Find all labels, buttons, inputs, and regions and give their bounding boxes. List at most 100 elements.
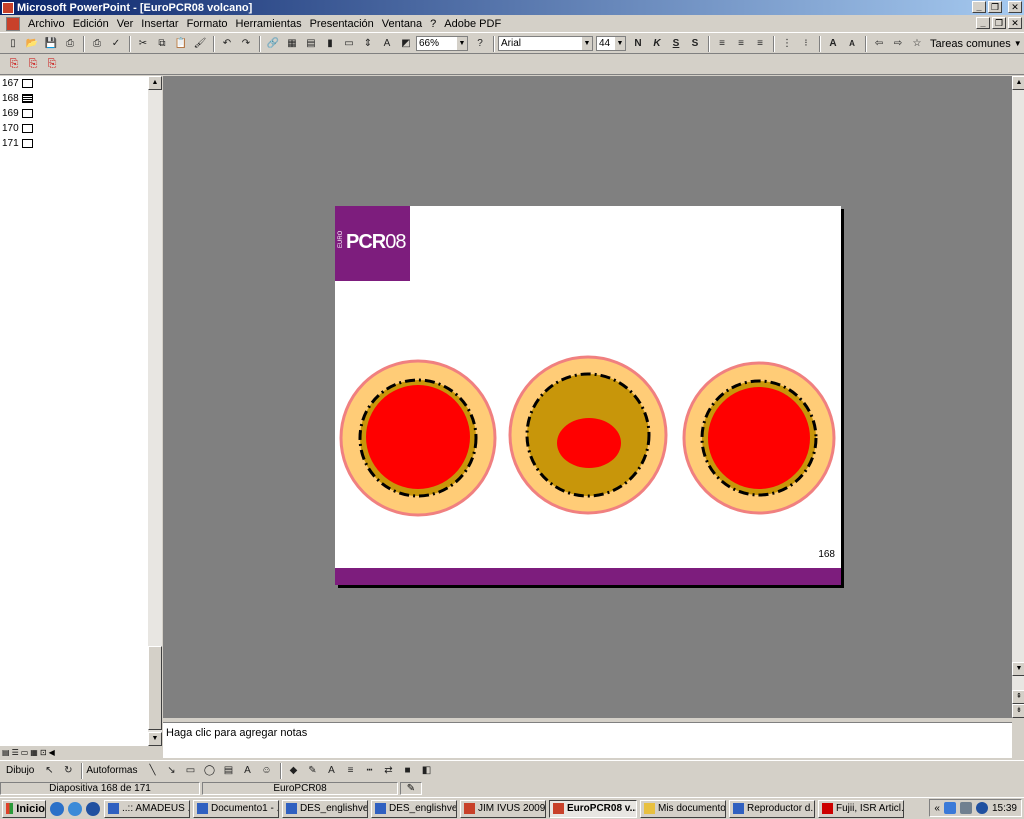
paste-icon[interactable]: 📋 (172, 36, 190, 52)
tray-expand-icon[interactable]: « (934, 803, 940, 814)
outline-view-icon[interactable]: ☰ (12, 748, 19, 757)
slideshow-icon[interactable]: ⊡ (40, 748, 47, 757)
help-icon[interactable]: ? (471, 36, 489, 52)
align-left-icon[interactable]: ≡ (713, 36, 731, 52)
menu-herramientas[interactable]: Herramientas (232, 18, 306, 30)
autoshapes-menu[interactable]: Autoformas (86, 765, 137, 776)
slide-scrollbar[interactable]: ▲ ▼ ⇞ ⇟ (1012, 76, 1024, 718)
start-button[interactable]: Inicio (2, 799, 46, 818)
print-preview-icon[interactable]: ⎙ (61, 36, 79, 52)
common-tasks-menu[interactable]: Tareas comunes (930, 38, 1011, 50)
dash-style-icon[interactable]: ┅ (361, 763, 379, 779)
scroll-down-icon[interactable]: ▼ (148, 732, 162, 746)
menu-help[interactable]: ? (426, 18, 440, 30)
draw-menu[interactable]: Dibujo (6, 765, 34, 776)
textbox-icon[interactable]: ▤ (220, 763, 238, 779)
review-pdf-icon[interactable]: ⎘ (44, 57, 60, 73)
notes-pane[interactable]: Haga clic para agregar notas (163, 722, 1012, 758)
scroll-up-icon[interactable]: ▲ (148, 76, 162, 90)
network-icon[interactable] (943, 802, 956, 814)
menu-ver[interactable]: Ver (113, 18, 138, 30)
media-player-icon[interactable] (86, 801, 100, 816)
task-des-english-1[interactable]: DES_englishve... (282, 799, 368, 818)
font-color-icon[interactable]: A (323, 763, 341, 779)
scroll-left-icon[interactable]: ◀ (49, 748, 55, 757)
menu-archivo[interactable]: Archivo (24, 18, 69, 30)
menu-presentacion[interactable]: Presentación (306, 18, 378, 30)
italic-button[interactable]: K (648, 36, 666, 52)
oval-icon[interactable]: ◯ (201, 763, 219, 779)
outline-slide-171[interactable]: 171 (0, 136, 148, 151)
decrease-font-icon[interactable]: A (843, 36, 861, 52)
scroll-down-icon[interactable]: ▼ (1012, 662, 1024, 676)
task-jim-ivus[interactable]: JIM IVUS 2009 (460, 799, 546, 818)
normal-view-icon[interactable]: ▤ (2, 748, 10, 757)
powerpoint-app-icon[interactable] (2, 1, 14, 14)
undo-icon[interactable]: ↶ (218, 36, 236, 52)
grayscale-icon[interactable]: ◩ (397, 36, 415, 52)
bold-button[interactable]: N (629, 36, 647, 52)
outline-slide-167[interactable]: 167 (0, 76, 148, 91)
shadow-icon[interactable]: ■ (399, 763, 417, 779)
volume-icon[interactable] (959, 802, 972, 814)
new-slide-icon[interactable]: ▭ (340, 36, 358, 52)
menu-adobe-pdf[interactable]: Adobe PDF (440, 18, 505, 30)
task-fujii[interactable]: Fujii, ISR Articl... (818, 799, 904, 818)
promote-icon[interactable]: ⇦ (870, 36, 888, 52)
increase-font-icon[interactable]: A (824, 36, 842, 52)
slide-168[interactable]: EURO PCR08 168 (335, 206, 841, 585)
task-documento1[interactable]: Documento1 - ... (193, 799, 279, 818)
clock[interactable]: 15:39 (992, 803, 1017, 814)
antivirus-icon[interactable] (975, 802, 988, 814)
select-pointer-icon[interactable]: ↖ (40, 763, 58, 779)
format-painter-icon[interactable]: 🖌 (191, 36, 209, 52)
show-formatting-icon[interactable]: A (378, 36, 396, 52)
chart-icon[interactable]: ▮ (321, 36, 339, 52)
table-icon[interactable]: ▦ (283, 36, 301, 52)
numbering-icon[interactable]: ⋮ (778, 36, 796, 52)
task-amadeus[interactable]: ..:: AMADEUS ... (104, 799, 190, 818)
underline-button[interactable]: S (667, 36, 685, 52)
task-reproductor[interactable]: Reproductor d... (729, 799, 815, 818)
menu-formato[interactable]: Formato (183, 18, 232, 30)
slide-view-icon[interactable]: ▭ (21, 748, 29, 757)
scroll-thumb[interactable] (148, 646, 162, 730)
convert-pdf-icon[interactable]: ⎘ (6, 57, 22, 73)
align-center-icon[interactable]: ≡ (732, 36, 750, 52)
copy-icon[interactable]: ⧉ (153, 36, 171, 52)
sorter-view-icon[interactable]: ▦ (30, 748, 38, 757)
rectangle-icon[interactable]: ▭ (182, 763, 200, 779)
shadow-button[interactable]: S (686, 36, 704, 52)
doc-restore-button[interactable]: ❐ (992, 17, 1006, 29)
zoom-select[interactable]: 66% ▼ (416, 36, 468, 51)
demote-icon[interactable]: ⇨ (889, 36, 907, 52)
expand-all-icon[interactable]: ⇕ (359, 36, 377, 52)
restore-button[interactable]: ❐ (988, 1, 1002, 13)
scroll-up-icon[interactable]: ▲ (1012, 76, 1024, 90)
menu-edicion[interactable]: Edición (69, 18, 113, 30)
task-des-english-2[interactable]: DES_englishve... (371, 799, 457, 818)
previous-slide-icon[interactable]: ⇞ (1012, 690, 1024, 704)
email-pdf-icon[interactable]: ⎘ (25, 57, 41, 73)
task-mis-documentos[interactable]: Mis documentos (640, 799, 726, 818)
spelling-icon[interactable]: ✓ (107, 36, 125, 52)
next-slide-icon[interactable]: ⇟ (1012, 704, 1024, 718)
document-icon[interactable] (6, 16, 20, 31)
redo-icon[interactable]: ↷ (237, 36, 255, 52)
line-icon[interactable]: ╲ (144, 763, 162, 779)
clipart-icon[interactable]: ☺ (258, 763, 276, 779)
doc-minimize-button[interactable]: _ (976, 17, 990, 29)
rotate-icon[interactable]: ↻ (59, 763, 77, 779)
outline-slide-170[interactable]: 170 (0, 121, 148, 136)
star-icon[interactable]: ☆ (908, 36, 926, 52)
open-icon[interactable]: 📂 (23, 36, 41, 52)
line-style-icon[interactable]: ≡ (342, 763, 360, 779)
ie-icon[interactable] (50, 801, 64, 816)
font-size-select[interactable]: 44 ▼ (596, 36, 626, 51)
new-icon[interactable]: ▯ (4, 36, 22, 52)
close-button[interactable]: ✕ (1008, 1, 1022, 13)
cut-icon[interactable]: ✂ (134, 36, 152, 52)
outline-slide-168[interactable]: 168 (0, 91, 148, 106)
arrow-icon[interactable]: ↘ (163, 763, 181, 779)
arrow-style-icon[interactable]: ⇄ (380, 763, 398, 779)
